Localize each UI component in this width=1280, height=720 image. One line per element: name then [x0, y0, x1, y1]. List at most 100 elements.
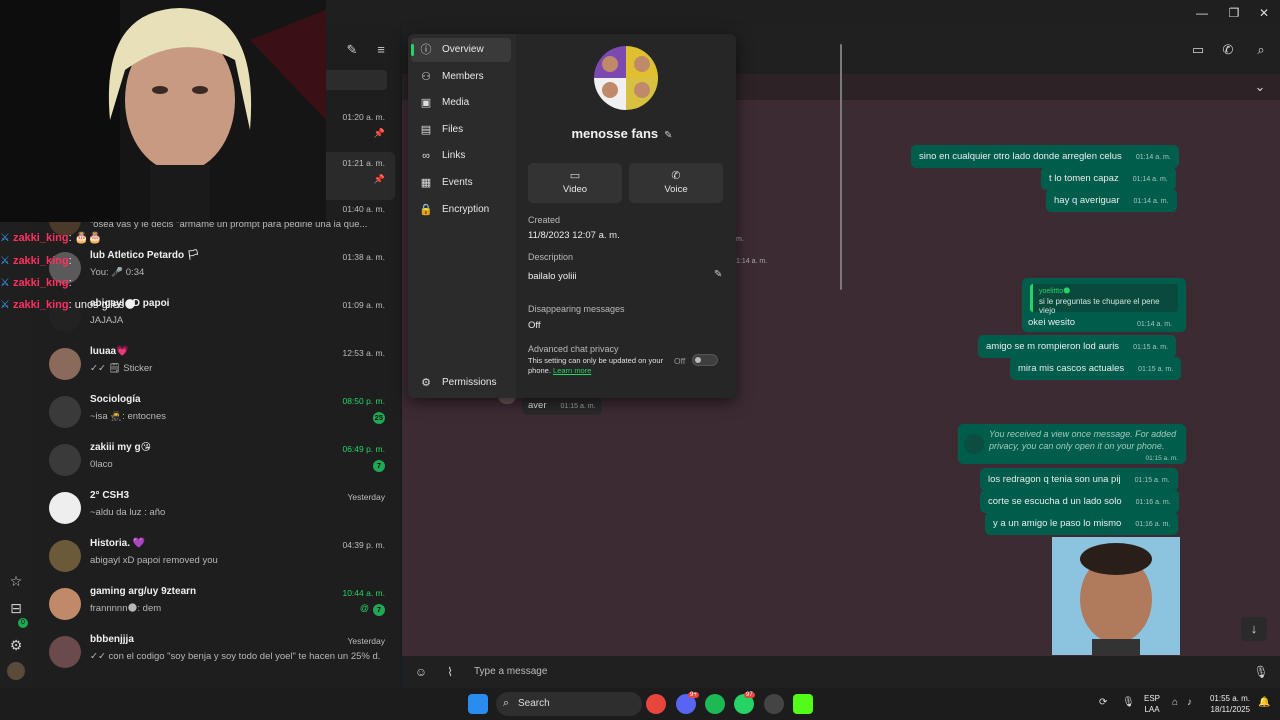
language-indicator[interactable]: ESP LAA [1142, 693, 1162, 715]
emoji-icon[interactable]: ☺ [413, 664, 429, 680]
chat-time: 08:50 p. m. [342, 396, 385, 406]
new-chat-icon[interactable]: ✎ [344, 42, 360, 58]
chrome-icon[interactable] [646, 694, 666, 714]
filter-icon[interactable]: ≡ [373, 42, 389, 58]
kick-icon[interactable] [793, 694, 813, 714]
settings-gear-icon: ⚙ [421, 377, 431, 389]
taskbar-search[interactable]: ⌕ Search [496, 692, 642, 716]
photo-message[interactable] [1052, 537, 1180, 655]
chat-list-item[interactable]: Sociología ~isa 🥷: entocnes 08:50 p. m. 25 [39, 390, 395, 438]
archive-badge: 0 [18, 618, 28, 628]
overview-pane: menosse fans ✎ ▭ Video ✆ Voice Created 11/8… [516, 34, 842, 398]
photo-image [1052, 537, 1180, 655]
attach-icon[interactable]: ⌇ [442, 664, 458, 680]
network-icon[interactable]: ⌂ [1172, 697, 1178, 708]
privacy-toggle [692, 354, 718, 366]
chat-list-item[interactable]: luuaa💗 ✓✓ 🗒 Sticker 12:53 a. m. [39, 342, 395, 390]
view-once-message[interactable]: You received a view once message. For ad… [958, 424, 1186, 464]
message-bubble[interactable]: t lo tomen capaz 01:14 a. m. [1041, 167, 1176, 190]
quoted-text: si le preguntas te chupare el pene viejo [1039, 297, 1160, 315]
avatar [49, 348, 81, 380]
pin-icon: 📌 [373, 128, 385, 138]
unread-badge: 7 [373, 460, 385, 472]
message-bubble[interactable]: y a un amigo le paso lo mismo 01:16 a. m. [985, 512, 1179, 535]
notification-icon[interactable]: 🔔 [1258, 697, 1270, 708]
reply-text: okei wesito [1028, 317, 1075, 328]
video-icon: ▭ [569, 170, 581, 182]
chat-list-item[interactable]: gaming arg/uy 9ztearn frannnnn🌑: dem 10:44… [39, 582, 395, 630]
chat-name: 2° CSH3 [90, 490, 130, 501]
webcam-image [0, 0, 326, 222]
message-bubble[interactable]: hay q averiguar 01:14 a. m. [1046, 189, 1177, 212]
volume-icon[interactable]: ♪ [1187, 697, 1192, 708]
chat-name: bbbenjjja [90, 634, 134, 645]
tab-permissions[interactable]: ⚙ Permissions [411, 371, 511, 395]
message-bubble[interactable]: amigo se m rompieron lod auris 01:15 a. m… [978, 335, 1177, 358]
phone-icon: ✆ [671, 170, 681, 182]
steam-icon[interactable] [764, 694, 784, 714]
reply-time: 01:14 a. m. [1137, 321, 1173, 328]
popover-scrollbar[interactable] [840, 44, 842, 290]
system-clock[interactable]: 01:55 a. m. 18/11/2025 [1206, 693, 1250, 715]
avatar [49, 588, 81, 620]
profile-avatar[interactable] [7, 662, 25, 680]
spotify-icon[interactable] [705, 694, 725, 714]
close-button[interactable]: ✕ [1248, 0, 1280, 26]
message-input[interactable]: Type a message [474, 666, 547, 677]
chat-list-item[interactable]: lub Atletico Petardo 🏳 You: 🎤 0:34 01:38 a… [39, 246, 395, 294]
edit-description-icon[interactable]: ✎ [714, 269, 722, 280]
voice-call-icon[interactable]: ✆ [1220, 42, 1236, 58]
edit-icon[interactable]: ✎ [664, 130, 672, 141]
incoming-message-bubble[interactable]: aver 01:15 a. m. [522, 396, 602, 415]
tab-members[interactable]: ⚇ Members [411, 65, 511, 89]
group-avatar[interactable] [594, 46, 658, 110]
chat-time: 06:49 p. m. [342, 444, 385, 454]
archive-icon[interactable]: ⊟ [7, 599, 25, 617]
chat-time: Yesterday [347, 636, 386, 646]
tab-encryption[interactable]: 🔒 Encryption [411, 198, 511, 222]
video-call-button[interactable]: ▭ Video [528, 163, 622, 203]
link-icon: ∞ [422, 150, 430, 162]
tab-media[interactable]: ▣ Media [411, 91, 511, 115]
maximize-button[interactable]: ❐ [1218, 0, 1250, 26]
microphone-icon[interactable]: 🎙 [1122, 697, 1135, 708]
message-bubble[interactable]: los redragon q tenia son una pij 01:15 a.… [980, 468, 1178, 491]
message-bubble[interactable]: sino en cualquier otro lado donde arregl… [911, 145, 1179, 168]
group-avatar-image [594, 46, 658, 110]
minimize-button[interactable]: — [1186, 0, 1218, 26]
starred-icon[interactable]: ☆ [7, 572, 25, 590]
stream-chat-line: ⚔ zakki_king: unos giles🌑 [0, 299, 136, 311]
scroll-to-bottom-button[interactable]: ↓ [1241, 617, 1267, 641]
sync-icon[interactable]: ⟳ [1099, 697, 1107, 708]
view-once-text: You received a view once message. For ad… [989, 429, 1177, 451]
taskbar: ⌕ Search 9+ 97 ⟳ 🎙 ESP LAA ⌂ ♪ 01:55 a. m… [0, 688, 1280, 720]
avatar [49, 444, 81, 476]
quoted-message[interactable]: yoelittto🌑 si le preguntas te chupare el… [1030, 284, 1178, 315]
tab-events[interactable]: ▦ Events [411, 171, 511, 195]
chat-list-item[interactable]: 2° CSH3 ~aldu da luz : año Yesterday [39, 486, 395, 534]
video-call-icon[interactable]: ▭ [1190, 42, 1206, 58]
windows-start-icon[interactable] [468, 694, 488, 714]
chat-list-item[interactable]: bbbenjjja ✓✓ con el codigo "soy benja y s… [39, 630, 395, 678]
created-value: 11/8/2023 12:07 a. m. [528, 230, 620, 241]
search-icon[interactable]: ⌕ [1253, 42, 1269, 58]
disappearing-value[interactable]: Off [528, 320, 541, 331]
tab-files[interactable]: ▤ Files [411, 118, 511, 142]
tab-overview[interactable]: ⓘ Overview [411, 38, 511, 62]
search-input[interactable] [323, 70, 387, 90]
microphone-icon[interactable]: 🎙 [1253, 664, 1269, 680]
voice-call-button[interactable]: ✆ Voice [629, 163, 723, 203]
settings-gear-icon[interactable]: ⚙ [7, 636, 25, 654]
chat-list-item[interactable]: Historia. 💜 abigayl xD papoi removed you 0… [39, 534, 395, 582]
tab-links[interactable]: ∞ Links [411, 144, 511, 168]
message-bubble[interactable]: corte se escucha d un lado solo 01:16 a. … [980, 490, 1179, 513]
view-once-icon [964, 434, 984, 454]
chevron-down-icon[interactable]: ⌄ [1252, 79, 1268, 95]
message-bubble[interactable]: mira mis cascos actuales 01:15 a. m. [1010, 357, 1182, 380]
search-icon: ⌕ [503, 697, 510, 709]
learn-more-link[interactable]: Learn more [553, 366, 591, 375]
group-info-nav: ⓘ Overview ⚇ Members ▣ Media ▤ Files ∞ Links … [408, 34, 514, 398]
sword-badge-icon: ⚔ [0, 232, 10, 244]
chat-list-item[interactable]: zakiii my g😘 0laco 06:49 p. m. 7 [39, 438, 395, 486]
chat-preview: frannnnn🌑: dem [90, 603, 162, 614]
